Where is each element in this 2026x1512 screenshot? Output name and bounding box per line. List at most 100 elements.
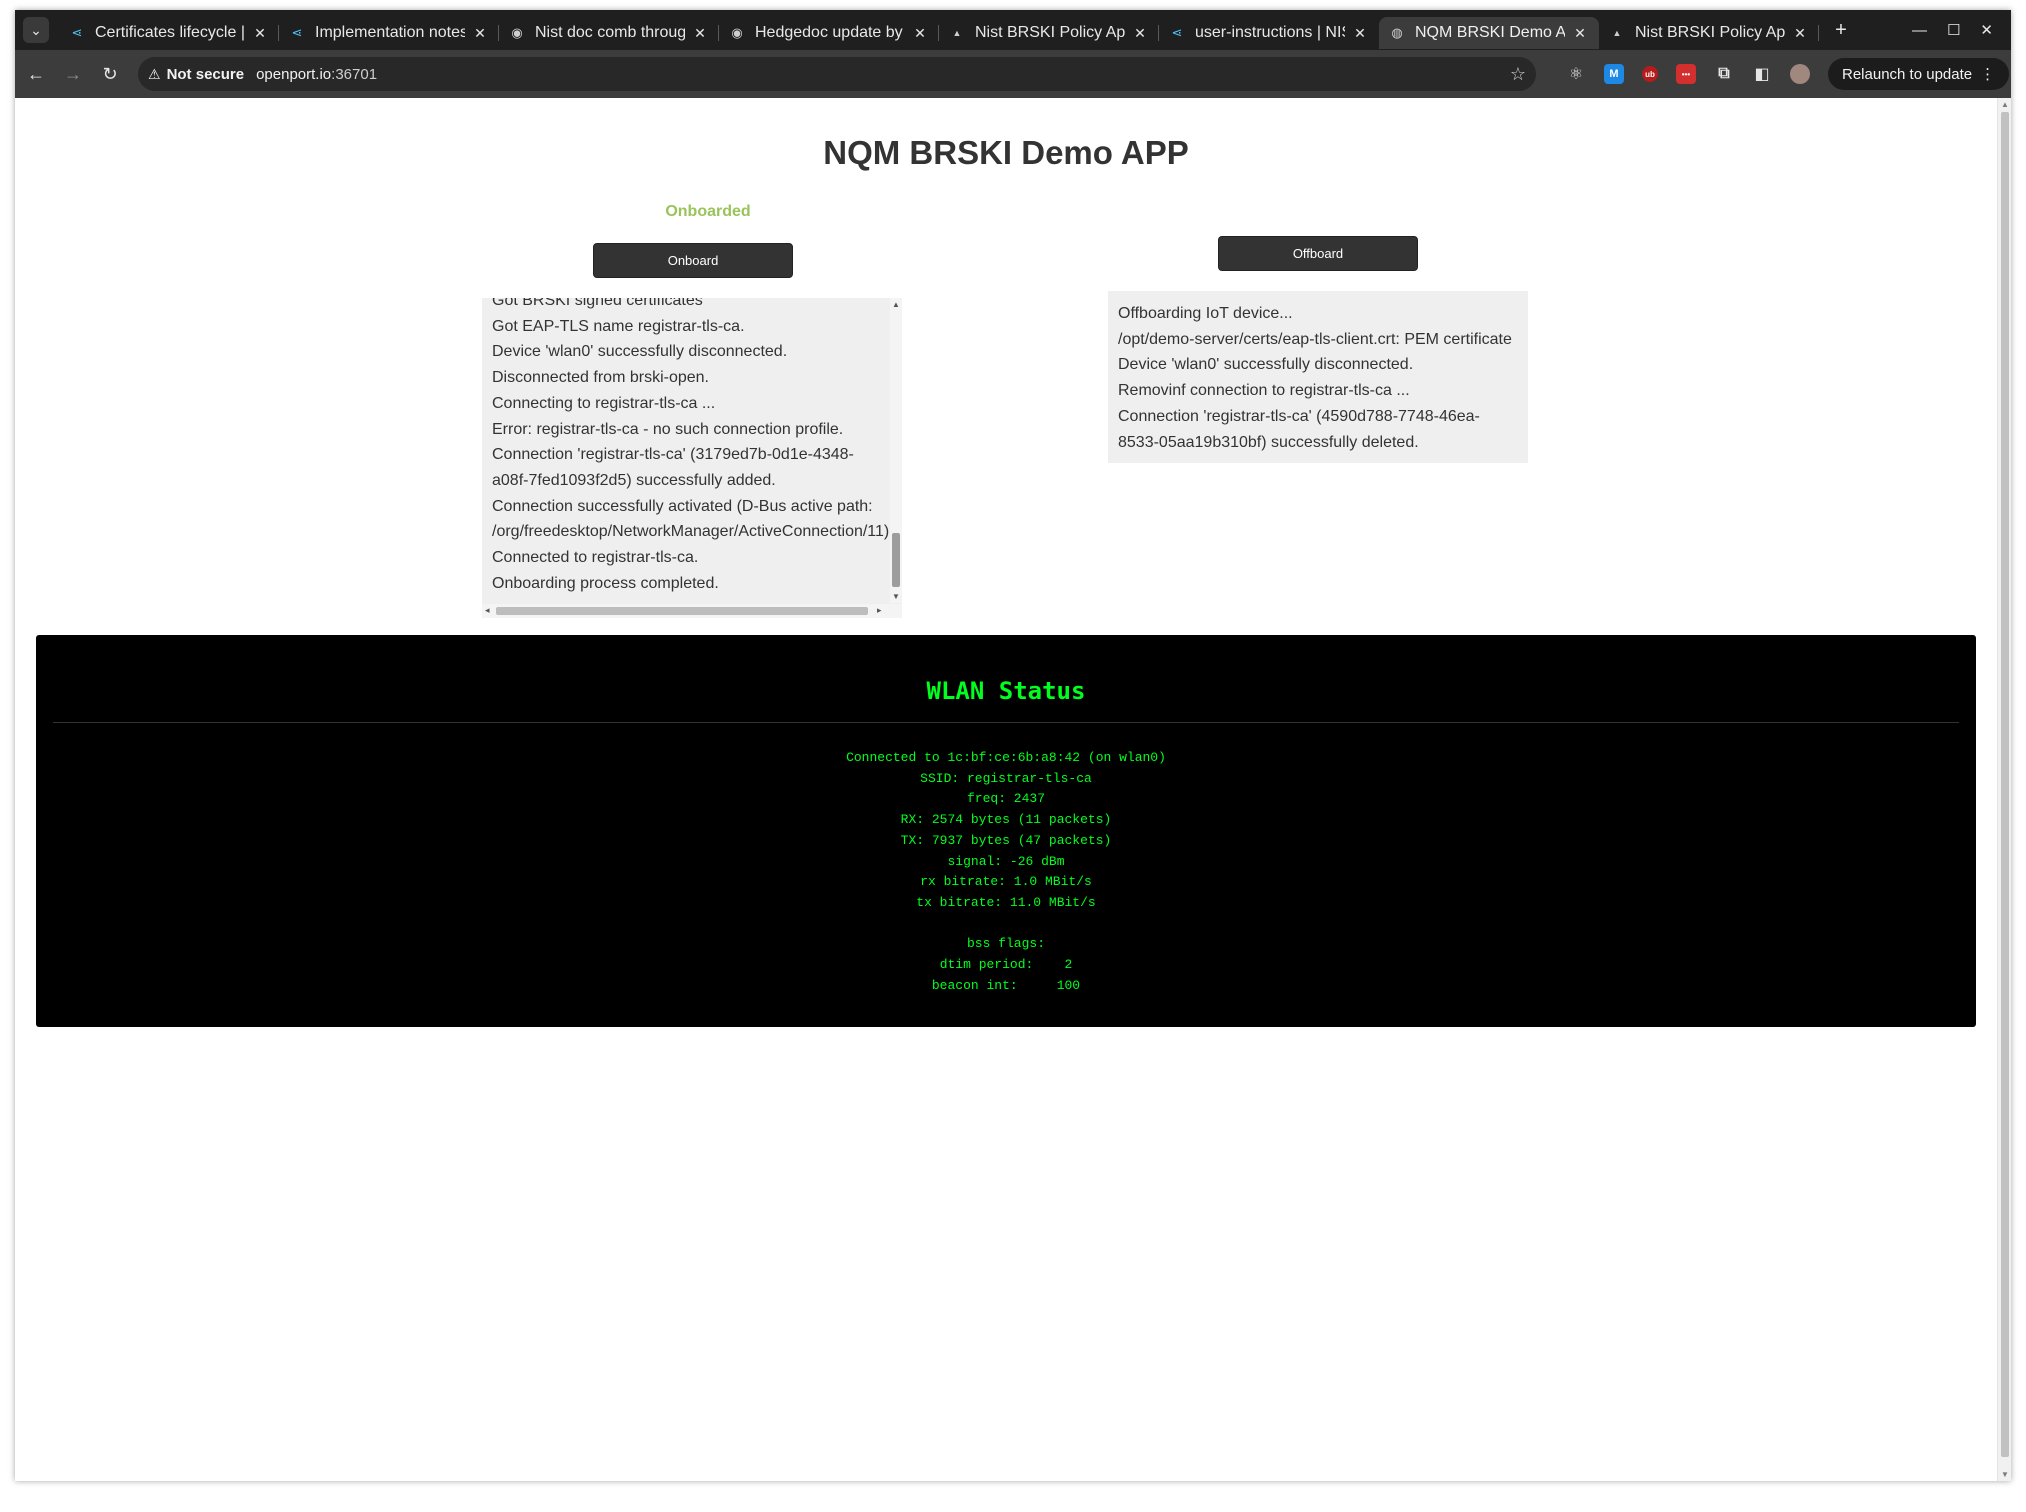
share-icon: ⋖ xyxy=(1171,25,1183,40)
log-line: Connection successfully activated (D-Bus… xyxy=(492,497,873,515)
close-window-icon[interactable]: ✕ xyxy=(1980,21,1993,39)
log-line: freq: 2437 xyxy=(966,791,1045,807)
log-line: a08f-7fed1093f2d5) successfully added. xyxy=(492,471,776,489)
github-icon: ◉ xyxy=(731,25,743,40)
log-line: /opt/demo-server/certs/eap-tls-client.cr… xyxy=(1118,330,1512,348)
tab-search-icon[interactable]: ⌄ xyxy=(23,17,49,43)
warning-icon: ⚠ xyxy=(148,65,161,82)
tab-5[interactable]: ▲ Nist BRSKI Policy App ✕ xyxy=(939,17,1159,49)
log-line: Error: registrar-tls-ca - no such connec… xyxy=(492,420,844,438)
log-line: Connection 'registrar-tls-ca' (4590d788-… xyxy=(1118,407,1480,425)
tab-title: Nist doc comb through xyxy=(535,24,685,41)
security-indicator[interactable]: ⚠ Not secure xyxy=(148,66,256,83)
log-line: Connected to 1c:bf:ce:6b:a8:42 (on wlan0… xyxy=(846,750,1166,765)
page-vscroll-thumb[interactable] xyxy=(2001,112,2009,1457)
tab-4[interactable]: ◉ Hedgedoc update by a ✕ xyxy=(719,17,939,49)
browser-window: ⌄ ⋖ Certificates lifecycle | ✕ ⋖ Implementat… xyxy=(15,10,2011,1481)
log-line: Offboarding IoT device... xyxy=(1118,305,1293,322)
tab-close-icon[interactable]: ✕ xyxy=(1791,24,1809,42)
log-line: Connected to registrar-tls-ca. xyxy=(492,549,699,567)
tab-close-icon[interactable]: ✕ xyxy=(1131,24,1149,42)
scroll-down-icon[interactable]: ▼ xyxy=(892,592,900,601)
tab-close-icon[interactable]: ✕ xyxy=(1351,24,1369,42)
extension-icons: ⚛ M ub ••• ⧉ ◧ xyxy=(1566,64,1810,84)
url-text[interactable]: openport.io:36701 xyxy=(256,66,377,83)
tab-title: Implementation notes xyxy=(315,24,465,41)
new-tab-icon[interactable]: + xyxy=(1829,18,1853,42)
log-line: SSID: registrar-tls-ca xyxy=(920,770,1092,786)
web-page: NQM BRSKI Demo APP Onboarded Onboard Off… xyxy=(15,98,1997,1481)
ublock-icon[interactable]: ub xyxy=(1642,66,1658,82)
browser-toolbar: ← → ↻ ⚠ Not secure openport.io:36701 ☆ ⚛… xyxy=(15,50,2011,98)
scroll-up-icon[interactable]: ▲ xyxy=(892,300,900,309)
address-bar[interactable]: ⚠ Not secure openport.io:36701 ☆ xyxy=(138,57,1536,91)
wlan-status-title: WLAN Status xyxy=(926,677,1086,705)
tab-close-icon[interactable]: ✕ xyxy=(471,24,489,42)
onboard-button[interactable]: Onboard xyxy=(593,243,793,278)
tab-title: Certificates lifecycle | xyxy=(95,24,245,41)
log-line: TX: 7937 bytes (47 packets) xyxy=(900,832,1112,848)
tab-strip: ⌄ ⋖ Certificates lifecycle | ✕ ⋖ Implementat… xyxy=(15,10,2011,50)
log-line: Device 'wlan0' successfully disconnected… xyxy=(492,343,788,361)
onboard-status: Onboarded xyxy=(665,203,751,220)
triangle-icon: ▲ xyxy=(1612,28,1622,38)
wlan-status-panel: WLAN Status Connected to 1c:bf:ce:6b:a8:… xyxy=(36,635,1976,1027)
offboard-button[interactable]: Offboard xyxy=(1218,236,1418,271)
onboard-log[interactable]: Got BRSKI signed certificates Got EAP-TLS… xyxy=(482,298,902,618)
share-icon: ⋖ xyxy=(71,25,83,40)
lastpass-icon[interactable]: ••• xyxy=(1676,64,1696,84)
offboard-log: Offboarding IoT device... /opt/demo-serve… xyxy=(1108,291,1528,463)
page-title: NQM BRSKI Demo APP xyxy=(823,134,1189,171)
globe-icon: ◍ xyxy=(1391,25,1403,40)
log-line: Device 'wlan0' successfully disconnected… xyxy=(1118,356,1414,374)
react-devtools-icon[interactable]: ⚛ xyxy=(1566,64,1586,84)
onboard-log-hscrollbar[interactable]: ◂ ▸ xyxy=(482,604,902,618)
log-line: RX: 2574 bytes (11 packets) xyxy=(900,812,1112,828)
tab-close-icon[interactable]: ✕ xyxy=(691,24,709,42)
scroll-left-icon[interactable]: ◂ xyxy=(485,605,490,616)
log-line: rx bitrate: 1.0 MBit/s xyxy=(920,874,1092,890)
log-line: /org/freedesktop/NetworkManager/ActiveCo… xyxy=(492,523,890,541)
tab-8[interactable]: ▲ Nist BRSKI Policy App ✕ xyxy=(1599,17,1819,49)
share-icon: ⋖ xyxy=(291,25,303,40)
minimize-icon[interactable]: — xyxy=(1912,22,1927,39)
tab-close-icon[interactable]: ✕ xyxy=(1571,24,1589,42)
tab-7[interactable]: ◍ NQM BRSKI Demo APP ✕ xyxy=(1379,17,1599,49)
forward-icon[interactable]: → xyxy=(57,58,89,90)
tab-2[interactable]: ⋖ Implementation notes ✕ xyxy=(279,17,499,49)
back-icon[interactable]: ← xyxy=(20,58,52,90)
extensions-puzzle-icon[interactable]: ⧉ xyxy=(1714,64,1734,84)
log-line: dtim period: 2 xyxy=(939,957,1073,973)
log-line: beacon int: 100 xyxy=(931,977,1081,993)
onboard-log-vscrollbar[interactable]: ▲ ▼ xyxy=(890,298,902,603)
bookmark-star-icon[interactable]: ☆ xyxy=(1510,64,1526,85)
reload-icon[interactable]: ↻ xyxy=(94,58,126,90)
maximize-icon[interactable]: ☐ xyxy=(1947,21,1960,39)
side-panel-icon[interactable]: ◧ xyxy=(1752,64,1772,84)
tab-close-icon[interactable]: ✕ xyxy=(251,24,269,42)
tab-close-icon[interactable]: ✕ xyxy=(911,24,929,42)
page-scroll-up-icon[interactable]: ▲ xyxy=(2001,100,2009,109)
profile-avatar-icon[interactable] xyxy=(1790,64,1810,84)
log-line: bss flags: xyxy=(966,936,1045,952)
tab-title: user-instructions | NIS xyxy=(1195,24,1345,41)
tab-title: Nist BRSKI Policy App xyxy=(975,24,1125,41)
tab-title: Nist BRSKI Policy App xyxy=(1635,24,1785,41)
m-extension-icon[interactable]: M xyxy=(1604,64,1624,84)
window-controls: — ☐ ✕ xyxy=(1912,21,1993,40)
onboard-log-hscroll-thumb[interactable] xyxy=(496,607,868,615)
tab-3[interactable]: ◉ Nist doc comb through ✕ xyxy=(499,17,719,49)
relaunch-button[interactable]: Relaunch to update ⋮ xyxy=(1828,58,2010,90)
onboard-log-vscroll-thumb[interactable] xyxy=(892,533,900,587)
page-vscrollbar[interactable]: ▲ ▼ xyxy=(1997,98,2011,1481)
tab-title: Hedgedoc update by a xyxy=(755,24,905,41)
more-menu-icon[interactable]: ⋮ xyxy=(1980,65,1995,83)
tab-6[interactable]: ⋖ user-instructions | NIS ✕ xyxy=(1159,17,1379,49)
github-icon: ◉ xyxy=(511,25,523,40)
scroll-right-icon[interactable]: ▸ xyxy=(877,605,882,616)
log-line: Got BRSKI signed certificates xyxy=(492,298,703,309)
page-scroll-down-icon[interactable]: ▼ xyxy=(2001,1470,2009,1479)
tab-1[interactable]: ⋖ Certificates lifecycle | ✕ xyxy=(59,17,279,49)
log-line: 8533-05aa19b310bf) successfully deleted. xyxy=(1118,433,1419,451)
tab-list: ⋖ Certificates lifecycle | ✕ ⋖ Implementatio… xyxy=(59,11,1819,49)
